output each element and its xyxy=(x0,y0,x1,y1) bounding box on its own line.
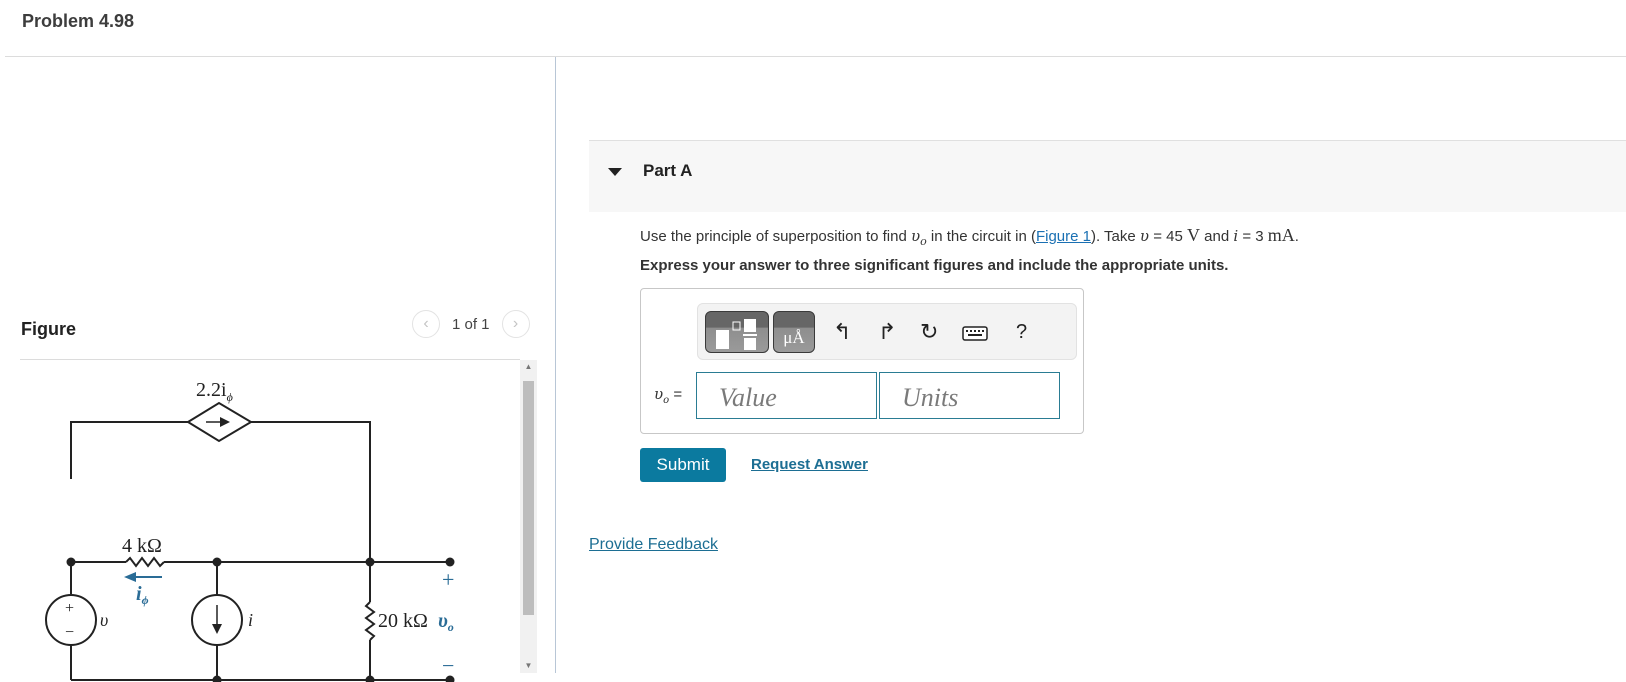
source-plus: + xyxy=(65,600,74,617)
node-dot xyxy=(213,558,222,567)
figure-pane: Figure ‹ 1 of 1 › xyxy=(0,57,556,673)
i-phi-label: iϕ xyxy=(136,583,149,607)
scroll-down-arrow-icon[interactable]: ▼ xyxy=(520,659,537,673)
node-dot xyxy=(366,558,375,567)
templates-icon xyxy=(706,312,770,354)
node-dot xyxy=(213,676,222,682)
provide-feedback-link[interactable]: Provide Feedback xyxy=(589,536,718,554)
help-button[interactable]: ? xyxy=(1016,318,1027,346)
collapse-caret-icon[interactable] xyxy=(608,168,622,176)
circuit-diagram: 2.2iϕ 4 kΩ iϕ + − υ i 20 kΩ υo + − xyxy=(30,362,500,682)
math-toolbar: μÅ ↰ ↱ ↻ ? xyxy=(697,303,1077,360)
prev-figure-button[interactable]: ‹ xyxy=(412,310,440,338)
node-dot xyxy=(366,676,375,682)
chevron-left-icon: ‹ xyxy=(423,315,428,333)
keyboard-icon[interactable] xyxy=(962,321,988,349)
figure-divider xyxy=(20,359,520,360)
i-phi-arrow-head xyxy=(124,572,136,582)
voltage-source-label: υ xyxy=(100,610,108,630)
resistor-4k-label: 4 kΩ xyxy=(122,535,162,557)
units-input[interactable] xyxy=(879,372,1060,419)
templates-button[interactable] xyxy=(705,311,769,353)
answer-variable-label: υo = xyxy=(654,385,682,406)
current-source-label: i xyxy=(248,610,253,630)
top-wire-right xyxy=(251,422,370,562)
chevron-right-icon: › xyxy=(513,315,518,333)
units-button[interactable]: μÅ xyxy=(773,311,815,353)
vo-minus: − xyxy=(442,653,454,678)
dependent-source-label: 2.2iϕ xyxy=(196,379,233,404)
vo-plus: + xyxy=(442,567,454,592)
scroll-thumb[interactable] xyxy=(523,381,534,615)
node-dot xyxy=(67,558,76,567)
resistor-20k xyxy=(366,602,374,640)
terminal-dot xyxy=(446,558,455,567)
part-a-header[interactable]: Part A xyxy=(589,140,1626,212)
page-header: Problem 4.98 xyxy=(5,0,1626,57)
resistor-4k xyxy=(126,558,164,566)
problem-title: Problem 4.98 xyxy=(22,11,134,32)
submit-button[interactable]: Submit xyxy=(640,448,726,482)
answer-box: μÅ ↰ ↱ ↻ ? υo = xyxy=(640,288,1084,434)
top-wire xyxy=(71,422,188,479)
reset-icon[interactable]: ↻ xyxy=(920,318,938,346)
scroll-up-arrow-icon[interactable]: ▲ xyxy=(520,360,537,374)
next-figure-button[interactable]: › xyxy=(502,310,530,338)
redo-icon[interactable]: ↱ xyxy=(878,318,896,346)
value-input[interactable] xyxy=(696,372,877,419)
figure-scrollbar[interactable]: ▲ ▼ xyxy=(520,360,537,673)
vo-label: υo xyxy=(438,610,454,634)
figure-link[interactable]: Figure 1 xyxy=(1036,228,1091,245)
undo-icon[interactable]: ↰ xyxy=(833,318,851,346)
figure-heading: Figure xyxy=(21,319,76,340)
figure-pager: ‹ 1 of 1 › xyxy=(412,310,530,338)
question-text: Use the principle of superposition to fi… xyxy=(640,225,1299,248)
part-title: Part A xyxy=(643,161,692,181)
request-answer-link[interactable]: Request Answer xyxy=(751,456,868,473)
answer-instruction: Express your answer to three significant… xyxy=(640,257,1228,274)
figure-count: 1 of 1 xyxy=(452,316,490,333)
resistor-20k-label: 20 kΩ xyxy=(378,610,428,632)
source-minus: − xyxy=(65,624,74,641)
